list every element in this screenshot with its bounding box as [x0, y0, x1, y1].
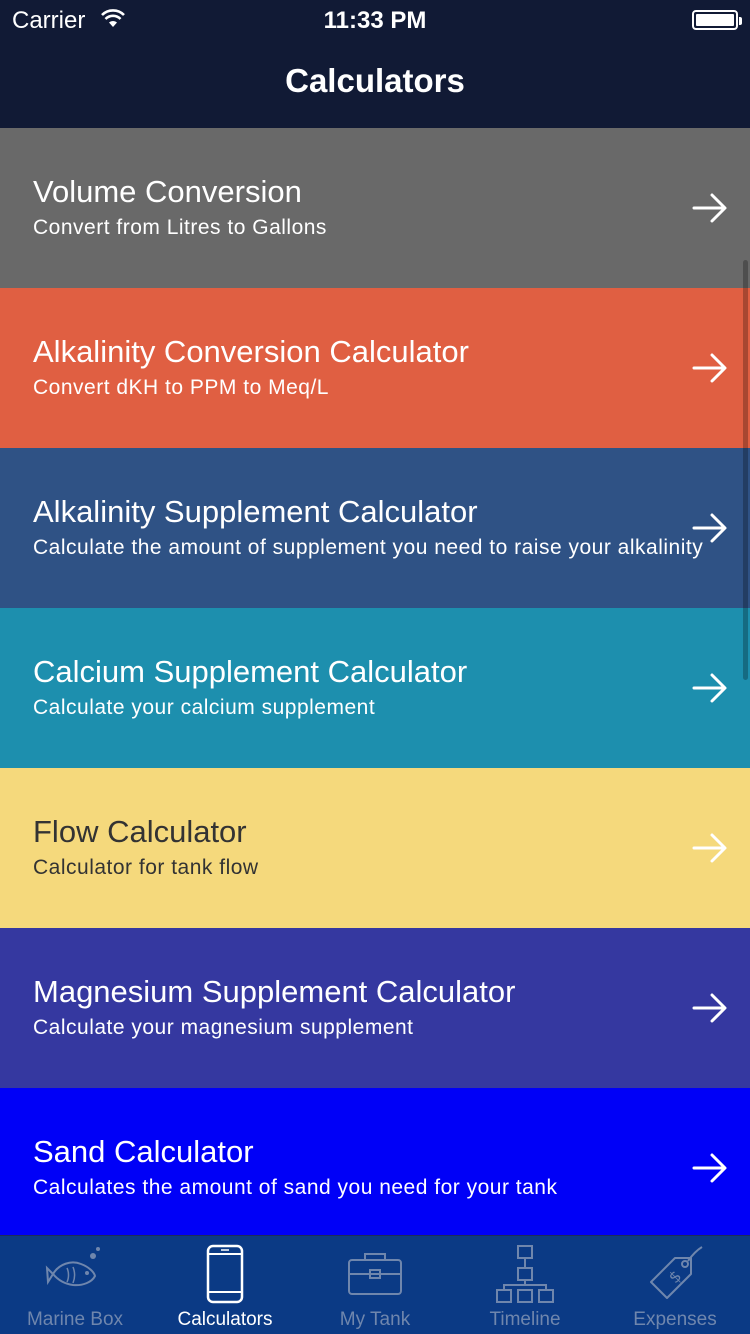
row-volume-conversion[interactable]: Volume Conversion Convert from Litres to… — [0, 128, 750, 288]
fish-icon — [45, 1247, 100, 1287]
tab-my-tank[interactable]: My Tank — [300, 1236, 450, 1334]
arrow-right-icon — [692, 353, 727, 383]
tab-label: Marine Box — [26, 1309, 124, 1330]
row-calcium-supplement[interactable]: Calcium Supplement Calculator Calculate … — [0, 608, 750, 768]
arrow-right-icon — [692, 193, 727, 223]
row-flow-calculator[interactable]: Flow Calculator Calculator for tank flow — [0, 768, 750, 928]
row-title: Sand Calculator — [33, 1134, 254, 1169]
tab-timeline[interactable]: Timeline — [450, 1236, 600, 1334]
row-sand-calculator[interactable]: Sand Calculator Calculates the amount of… — [0, 1088, 750, 1235]
row-title: Calcium Supplement Calculator — [33, 654, 468, 689]
row-subtitle: Calculate your magnesium supplement — [33, 1016, 414, 1039]
row-subtitle: Calculates the amount of sand you need f… — [33, 1176, 558, 1199]
row-subtitle: Calculate your calcium supplement — [33, 696, 376, 719]
row-title: Volume Conversion — [33, 174, 302, 209]
tab-label: Expenses — [633, 1309, 717, 1330]
arrow-right-icon — [692, 993, 727, 1023]
row-subtitle: Convert dKH to PPM to Meq/L — [33, 376, 329, 399]
row-alkalinity-conversion[interactable]: Alkalinity Conversion Calculator Convert… — [0, 288, 750, 448]
arrow-right-icon — [692, 513, 727, 543]
tab-label: Calculators — [177, 1309, 273, 1330]
arrow-right-icon — [692, 833, 727, 863]
scroll-indicator[interactable] — [743, 260, 748, 680]
clock: 11:33 PM — [323, 7, 427, 34]
row-alkalinity-supplement[interactable]: Alkalinity Supplement Calculator Calcula… — [0, 448, 750, 608]
tab-marine-box[interactable]: Marine Box — [0, 1236, 150, 1334]
arrow-right-icon — [692, 1153, 727, 1183]
row-title: Alkalinity Conversion Calculator — [33, 334, 469, 369]
battery-icon — [692, 10, 742, 30]
hierarchy-icon — [496, 1245, 554, 1303]
tab-label: Timeline — [489, 1309, 561, 1330]
tab-bar: Marine Box Calculators My Tank Timeline … — [0, 1235, 750, 1334]
tab-calculators[interactable]: Calculators — [150, 1236, 300, 1334]
navigation-bar: Calculators — [0, 40, 750, 128]
arrow-right-icon — [692, 673, 727, 703]
calculator-list[interactable]: Volume Conversion Convert from Litres to… — [0, 128, 750, 1235]
row-magnesium-supplement[interactable]: Magnesium Supplement Calculator Calculat… — [0, 928, 750, 1088]
tab-label: My Tank — [339, 1309, 411, 1330]
phone-icon — [206, 1244, 244, 1304]
row-title: Magnesium Supplement Calculator — [33, 974, 516, 1009]
tab-expenses[interactable]: $ Expenses — [600, 1236, 750, 1334]
row-title: Alkalinity Supplement Calculator — [33, 494, 478, 529]
toolbox-icon — [348, 1253, 402, 1295]
page-title: Calculators — [285, 62, 465, 99]
row-subtitle: Calculator for tank flow — [33, 856, 259, 879]
row-subtitle: Calculate the amount of supplement you n… — [33, 536, 704, 559]
row-title: Flow Calculator — [33, 814, 247, 849]
status-bar: Carrier 11:33 PM — [0, 0, 750, 40]
price-tag-icon: $ — [650, 1246, 703, 1299]
row-subtitle: Convert from Litres to Gallons — [33, 216, 327, 239]
